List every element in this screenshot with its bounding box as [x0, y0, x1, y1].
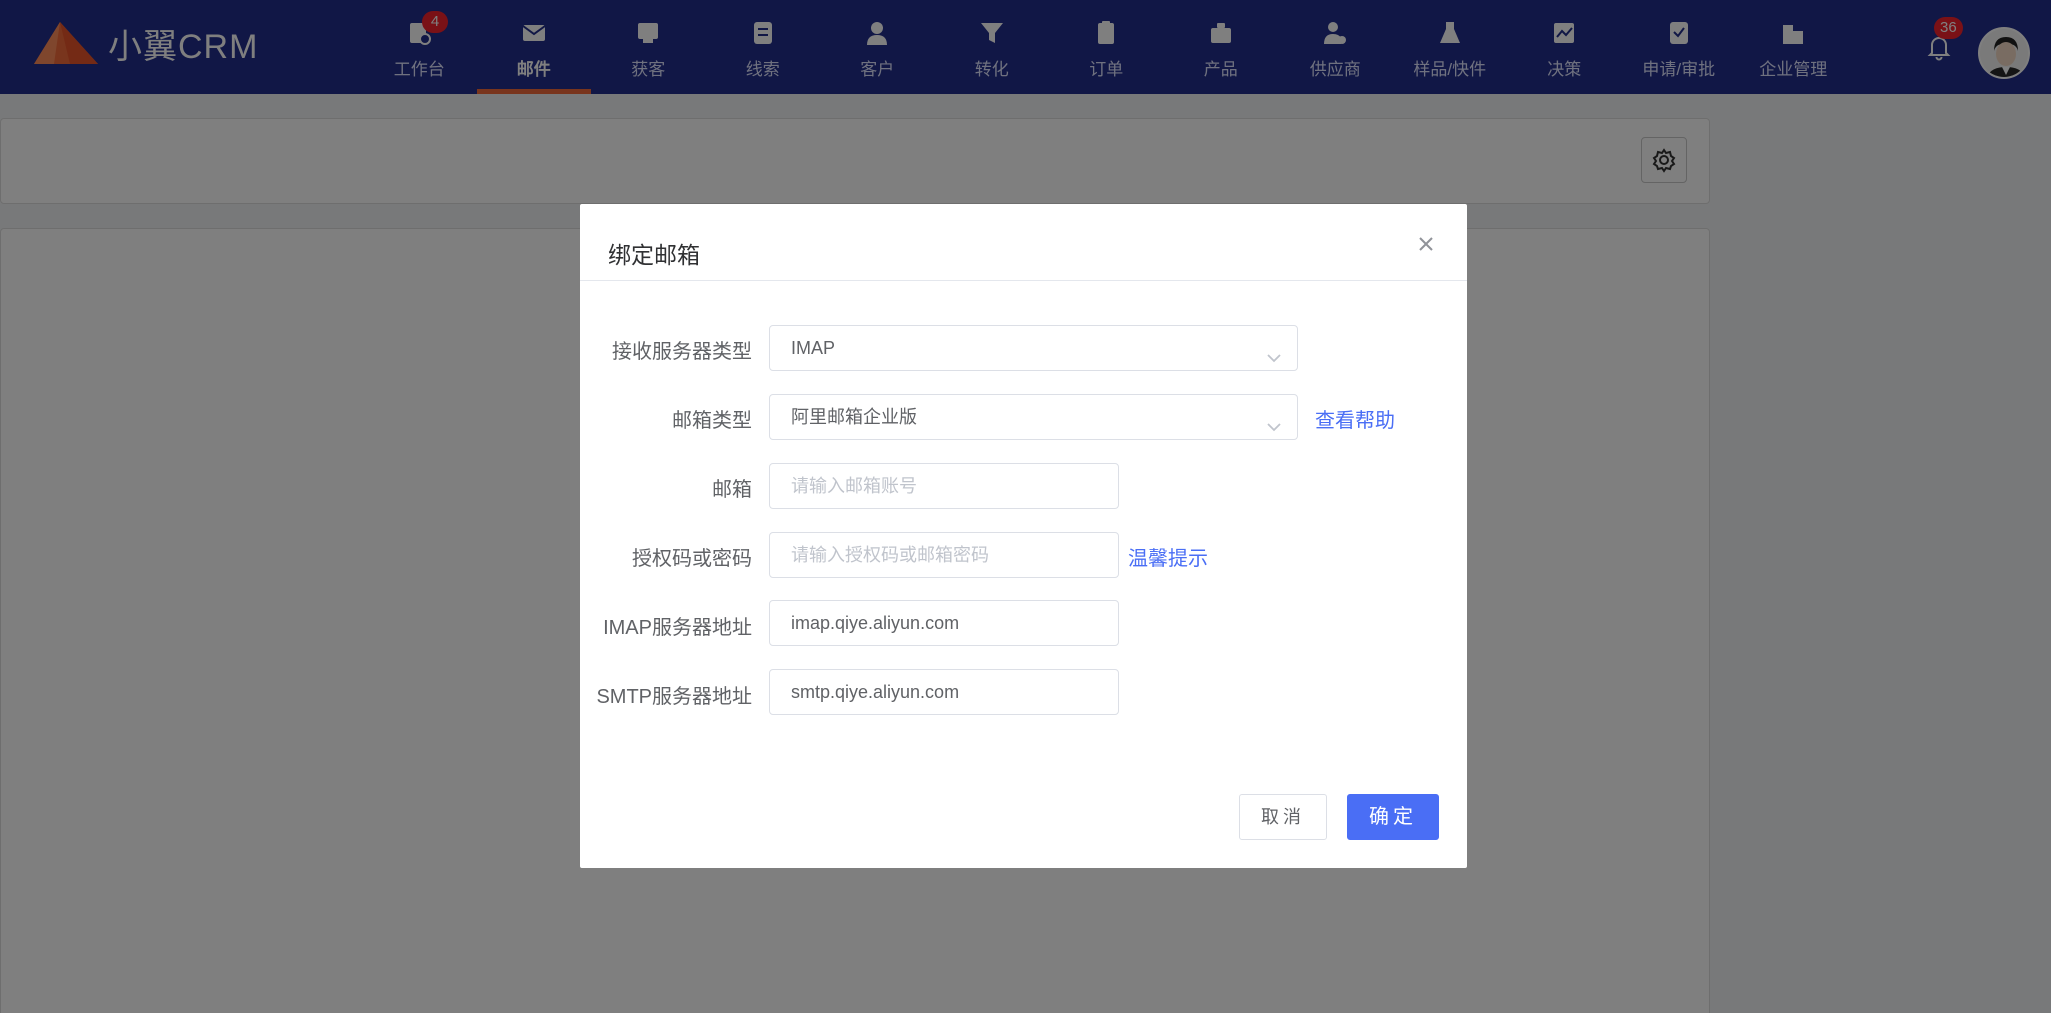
- chevron-down-icon: [1265, 408, 1283, 432]
- mail-type-value: 阿里邮箱企业版: [791, 407, 917, 427]
- smtp-server-value: smtp.qiye.aliyun.com: [791, 682, 960, 702]
- close-icon[interactable]: [1413, 231, 1439, 257]
- password-label: 授权码或密码: [632, 548, 752, 570]
- imap-server-field[interactable]: imap.qiye.aliyun.com: [769, 600, 1119, 646]
- chevron-down-icon: [1265, 339, 1283, 363]
- dialog-title: 绑定邮箱: [608, 242, 700, 268]
- server-type-select[interactable]: IMAP: [769, 325, 1298, 371]
- password-field[interactable]: 请输入授权码或邮箱密码: [769, 532, 1119, 578]
- imap-server-value: imap.qiye.aliyun.com: [791, 613, 960, 633]
- mail-type-select[interactable]: 阿里邮箱企业版: [769, 394, 1298, 440]
- cancel-button[interactable]: 取消: [1239, 794, 1327, 840]
- email-label: 邮箱: [712, 479, 752, 501]
- smtp-label: SMTP服务器地址: [596, 686, 752, 708]
- view-help-link[interactable]: 查看帮助: [1315, 404, 1395, 433]
- server-type-label: 接收服务器类型: [612, 341, 752, 363]
- server-type-value: IMAP: [791, 338, 836, 358]
- mail-type-label: 邮箱类型: [672, 410, 752, 432]
- dialog-divider: [580, 280, 1467, 281]
- bind-mailbox-dialog: 绑定邮箱 接收服务器类型 IMAP 邮箱类型 阿里邮箱企业版 查看帮助 邮箱 请…: [580, 204, 1467, 868]
- smtp-server-field[interactable]: smtp.qiye.aliyun.com: [769, 669, 1119, 715]
- confirm-button[interactable]: 确定: [1347, 794, 1439, 840]
- tips-link[interactable]: 温馨提示: [1128, 542, 1208, 571]
- email-placeholder: 请输入邮箱账号: [791, 476, 917, 496]
- email-field[interactable]: 请输入邮箱账号: [769, 463, 1119, 509]
- imap-label: IMAP服务器地址: [603, 617, 752, 639]
- password-placeholder: 请输入授权码或邮箱密码: [791, 545, 989, 565]
